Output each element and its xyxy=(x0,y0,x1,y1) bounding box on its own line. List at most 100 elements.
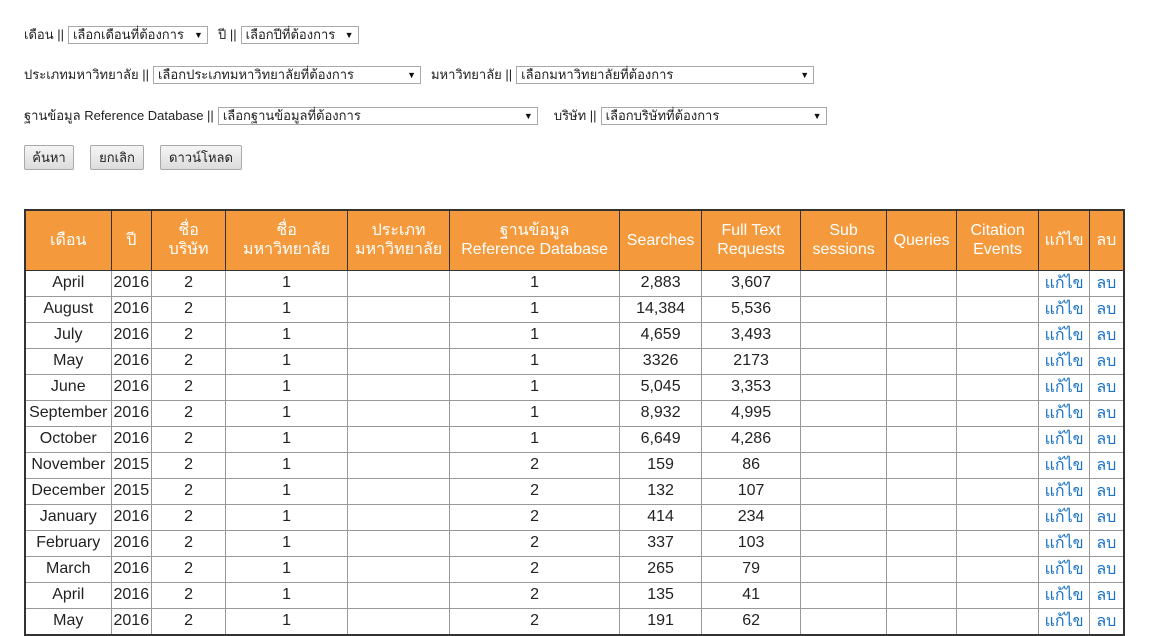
edit-link[interactable]: แก้ไข xyxy=(1038,581,1091,609)
cell-citation xyxy=(956,295,1040,323)
edit-link[interactable]: แก้ไข xyxy=(1038,425,1091,453)
edit-link[interactable]: แก้ไข xyxy=(1038,347,1091,375)
month-select[interactable]: เลือกเดือนที่ต้องการ ▼ xyxy=(67,25,208,44)
delete-link[interactable]: ลบ xyxy=(1089,321,1125,349)
cell-univ-type xyxy=(347,451,451,479)
cell-queries xyxy=(886,269,958,297)
cell-sub-sessions xyxy=(800,477,888,505)
cell-year: 2016 xyxy=(110,347,153,375)
delete-link[interactable]: ลบ xyxy=(1089,477,1125,505)
delete-link[interactable]: ลบ xyxy=(1089,269,1125,297)
month-select-value: เลือกเดือนที่ต้องการ xyxy=(72,27,184,42)
cell-university: 1 xyxy=(225,321,349,349)
cell-fulltext: 107 xyxy=(701,477,802,505)
cell-citation xyxy=(956,529,1040,557)
cell-month: November xyxy=(24,451,112,479)
delete-link[interactable]: ลบ xyxy=(1089,373,1125,401)
cell-company: 2 xyxy=(151,321,227,349)
cell-univ-type xyxy=(347,399,451,427)
delete-link[interactable]: ลบ xyxy=(1089,451,1125,479)
edit-link[interactable]: แก้ไข xyxy=(1038,529,1091,557)
cell-queries xyxy=(886,425,958,453)
col-header-sub-sessions[interactable]: Sub sessions xyxy=(800,209,888,271)
col-header-year[interactable]: ปี xyxy=(110,209,153,271)
table-row: May 2016 2 1 1 3326 2173 แก้ไข ลบ xyxy=(24,347,1125,375)
col-header-company[interactable]: ชื่อ บริษัท xyxy=(151,209,227,271)
edit-link[interactable]: แก้ไข xyxy=(1038,503,1091,531)
delete-link[interactable]: ลบ xyxy=(1089,555,1125,583)
cell-company: 2 xyxy=(151,581,227,609)
delete-link[interactable]: ลบ xyxy=(1089,607,1125,635)
cell-citation xyxy=(956,373,1040,401)
cell-year: 2016 xyxy=(110,425,153,453)
edit-link[interactable]: แก้ไข xyxy=(1038,269,1091,297)
col-header-citation[interactable]: Citation Events xyxy=(956,209,1040,271)
delete-link[interactable]: ลบ xyxy=(1089,399,1125,427)
download-button[interactable]: ดาวน์โหลด xyxy=(160,145,242,170)
delete-link[interactable]: ลบ xyxy=(1089,529,1125,557)
table-row: February 2016 2 1 2 337 103 แก้ไข ลบ xyxy=(24,529,1125,557)
edit-link[interactable]: แก้ไข xyxy=(1038,373,1091,401)
delete-link[interactable]: ลบ xyxy=(1089,295,1125,323)
company-select[interactable]: เลือกบริษัทที่ต้องการ ▼ xyxy=(600,106,827,125)
cell-sub-sessions xyxy=(800,321,888,349)
search-button[interactable]: ค้นหา xyxy=(24,145,74,170)
cell-citation xyxy=(956,581,1040,609)
col-header-month[interactable]: เดือน xyxy=(24,209,112,271)
chevron-down-icon: ▼ xyxy=(194,29,203,40)
col-header-database[interactable]: ฐานข้อมูล Reference Database xyxy=(449,209,621,271)
delete-link[interactable]: ลบ xyxy=(1089,425,1125,453)
cell-month: June xyxy=(24,373,112,401)
chevron-down-icon: ▼ xyxy=(800,69,810,80)
cancel-button[interactable]: ยกเลิก xyxy=(90,145,144,170)
edit-link[interactable]: แก้ไข xyxy=(1038,555,1091,583)
cell-database: 2 xyxy=(449,555,621,583)
cell-fulltext: 234 xyxy=(701,503,802,531)
cell-searches: 4,659 xyxy=(619,321,703,349)
edit-link[interactable]: แก้ไข xyxy=(1038,607,1091,635)
cell-queries xyxy=(886,503,958,531)
cell-queries xyxy=(886,373,958,401)
delete-link[interactable]: ลบ xyxy=(1089,503,1125,531)
filter-row-university: ประเภทมหาวิทยาลัย || เลือกประเภทมหาวิทยา… xyxy=(24,64,824,85)
cell-univ-type xyxy=(347,321,451,349)
db-select-value: เลือกฐานข้อมูลที่ต้องการ xyxy=(222,108,361,123)
cell-sub-sessions xyxy=(800,399,888,427)
cell-univ-type xyxy=(347,581,451,609)
cell-searches: 132 xyxy=(619,477,703,505)
col-header-searches[interactable]: Searches xyxy=(619,209,703,271)
cell-fulltext: 86 xyxy=(701,451,802,479)
col-header-univ-type[interactable]: ประเภท มหาวิทยาลัย xyxy=(347,209,451,271)
cell-sub-sessions xyxy=(800,503,888,531)
edit-link[interactable]: แก้ไข xyxy=(1038,399,1091,427)
cell-citation xyxy=(956,347,1040,375)
edit-link[interactable]: แก้ไข xyxy=(1038,295,1091,323)
edit-link[interactable]: แก้ไข xyxy=(1038,477,1091,505)
cell-database: 2 xyxy=(449,607,621,635)
cell-fulltext: 3,493 xyxy=(701,321,802,349)
cell-year: 2016 xyxy=(110,295,153,323)
year-select[interactable]: เลือกปีที่ต้องการ ▼ xyxy=(240,25,359,44)
cell-citation xyxy=(956,477,1040,505)
univ-select[interactable]: เลือกมหาวิทยาลัยที่ต้องการ ▼ xyxy=(516,65,815,84)
db-label: ฐานข้อมูล Reference Database || xyxy=(24,108,214,123)
edit-link[interactable]: แก้ไข xyxy=(1038,321,1091,349)
col-header-university[interactable]: ชื่อ มหาวิทยาลัย xyxy=(225,209,349,271)
edit-link[interactable]: แก้ไข xyxy=(1038,451,1091,479)
cell-university: 1 xyxy=(225,425,349,453)
univ-type-select[interactable]: เลือกประเภทมหาวิทยาลัยที่ต้องการ ▼ xyxy=(152,65,421,84)
delete-link[interactable]: ลบ xyxy=(1089,347,1125,375)
delete-link[interactable]: ลบ xyxy=(1089,581,1125,609)
cell-searches: 3326 xyxy=(619,347,703,375)
col-header-fulltext[interactable]: Full Text Requests xyxy=(701,209,802,271)
cell-year: 2016 xyxy=(110,581,153,609)
chevron-down-icon: ▼ xyxy=(523,110,533,121)
db-select[interactable]: เลือกฐานข้อมูลที่ต้องการ ▼ xyxy=(217,106,538,125)
table-row: April 2016 2 1 1 2,883 3,607 แก้ไข ลบ xyxy=(24,269,1125,297)
cell-queries xyxy=(886,451,958,479)
cell-sub-sessions xyxy=(800,373,888,401)
cell-sub-sessions xyxy=(800,295,888,323)
cell-univ-type xyxy=(347,269,451,297)
col-header-queries[interactable]: Queries xyxy=(886,209,958,271)
cell-university: 1 xyxy=(225,555,349,583)
